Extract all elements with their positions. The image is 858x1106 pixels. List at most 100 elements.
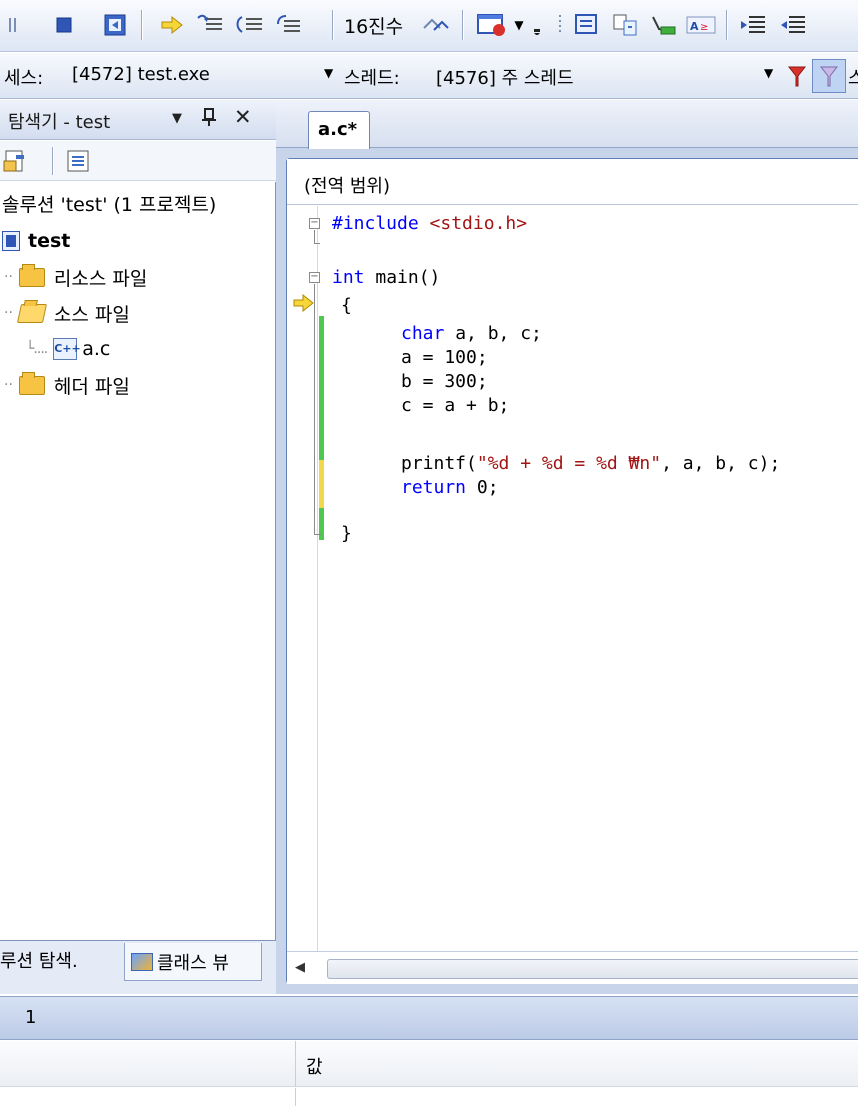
keyword-token: return — [401, 477, 467, 498]
dropdown-icon[interactable]: ▼ — [512, 9, 526, 41]
code-line-3: int main() — [332, 266, 440, 290]
bottom-panel-title: 1 — [25, 1007, 37, 1028]
column-header-value[interactable]: 값 — [306, 1053, 323, 1079]
process-combo[interactable]: [4572] test.exe — [72, 64, 210, 85]
find-icon[interactable] — [608, 9, 642, 41]
code-line-1: #include <stdio.h> — [332, 212, 527, 236]
code-line-10: printf("%d + %d = %d ₩n", a, b, c); — [401, 453, 781, 474]
document-tab-strip: a.c* — [276, 100, 858, 149]
watch-icon[interactable] — [646, 9, 680, 41]
tree-item-resource-files[interactable]: ·· 리소스 파일 — [4, 262, 147, 292]
tab-a-c[interactable]: a.c* — [308, 111, 370, 149]
properties-icon[interactable] — [2, 149, 32, 180]
explorer-tab-strip: 루션 탐색. 클래스 뷰 — [0, 940, 276, 994]
watch-grid-body[interactable] — [0, 1088, 858, 1106]
outdent-icon[interactable] — [776, 9, 810, 41]
folder-icon — [18, 371, 45, 395]
project-icon — [2, 231, 20, 251]
tab-class-view-label: 클래스 뷰 — [157, 952, 229, 974]
horizontal-scrollbar[interactable]: ◀ — [287, 951, 858, 984]
outline-line — [314, 534, 322, 535]
scope-label: (전역 범위) — [304, 176, 391, 197]
saved-change-bar — [319, 508, 324, 540]
thread-combo[interactable]: [4576] 주 스레드 — [436, 64, 574, 90]
class-view-icon — [131, 952, 153, 971]
preprocessor-token: #include — [332, 213, 419, 234]
auto-hide-pin-icon[interactable] — [200, 107, 218, 132]
code-line-11: return 0; — [401, 477, 499, 498]
flag-thread-icon[interactable] — [782, 61, 812, 91]
column-divider[interactable] — [295, 1041, 296, 1087]
include-path-token: <stdio.h> — [429, 213, 528, 234]
hex-display-button[interactable]: 16진수 — [344, 12, 403, 39]
project-node[interactable]: test — [2, 226, 70, 256]
toolbar-separator — [332, 10, 334, 40]
tree-item-a-c[interactable]: └.... C++ a.c — [26, 334, 110, 364]
restart-icon[interactable] — [100, 9, 130, 41]
step-over-icon[interactable] — [234, 9, 266, 41]
keyword-token: char — [401, 323, 445, 344]
folder-open-icon — [16, 303, 47, 323]
scroll-thumb[interactable] — [327, 959, 858, 979]
scroll-left-icon[interactable]: ◀ — [295, 960, 305, 975]
output-icon[interactable] — [570, 9, 604, 41]
debug-location-toolbar: 세스: [4572] test.exe ▼ 스레드: [4576] 주 스레드 … — [0, 53, 858, 99]
show-all-files-icon[interactable] — [66, 149, 92, 180]
tab-solution-explorer[interactable]: 루션 탐색. — [0, 947, 78, 973]
solution-tree: 솔루션 'test' (1 프로젝트) test ·· 리소스 파일 ·· 소스… — [0, 182, 276, 940]
window-position-dropdown-icon[interactable]: ▼ — [172, 111, 182, 126]
cpp-file-icon: C++ — [53, 338, 81, 360]
collapse-icon[interactable]: − — [309, 272, 320, 283]
outline-line — [314, 284, 315, 534]
close-icon[interactable]: ✕ — [234, 105, 252, 129]
toolbar-separator — [726, 10, 728, 40]
outline-line — [314, 243, 320, 244]
toolbar-separator — [52, 147, 54, 175]
identifier-token: main() — [375, 267, 441, 288]
string-token: "%d + %d = %d ₩n" — [476, 453, 662, 474]
unsaved-change-bar — [319, 460, 324, 508]
solution-node[interactable]: 솔루션 'test' (1 프로젝트) — [2, 188, 216, 218]
text-format-icon[interactable]: A ≥ — [684, 9, 718, 41]
stop-icon[interactable] — [50, 9, 78, 41]
code-line-5: char a, b, c; — [401, 323, 542, 344]
thread-dropdown-icon[interactable]: ▼ — [764, 66, 773, 80]
show-flagged-threads-icon[interactable] — [812, 59, 846, 93]
tree-item-label: 리소스 파일 — [53, 267, 148, 290]
process-dropdown-icon[interactable]: ▼ — [324, 66, 333, 80]
collapse-icon[interactable]: − — [309, 218, 320, 229]
step-out-icon[interactable] — [272, 9, 304, 41]
hex-display-icon[interactable] — [420, 9, 452, 41]
tab-class-view[interactable]: 클래스 뷰 — [124, 943, 262, 981]
code-line-12: } — [341, 523, 352, 544]
code-line-7: b = 300; — [401, 371, 488, 392]
scope-dropdown[interactable]: (전역 범위) — [287, 159, 858, 205]
breakpoint-window-icon[interactable] — [474, 9, 510, 41]
tab-a-c-label: a.c* — [318, 119, 358, 140]
step-into-icon[interactable] — [194, 9, 226, 41]
solution-explorer-titlebar: 탐색기 - test ▼ ✕ — [0, 100, 276, 140]
stack-frame-label: 스 — [848, 68, 858, 89]
process-label: 세스: — [4, 68, 44, 89]
folder-icon — [18, 263, 45, 287]
tree-item-label: a.c — [82, 338, 111, 360]
tree-item-label: 헤더 파일 — [53, 375, 130, 398]
project-label: test — [28, 230, 71, 252]
bottom-panel-titlebar: 1 — [0, 996, 858, 1040]
code-line-6: a = 100; — [401, 347, 488, 368]
tree-item-source-files[interactable]: ·· 소스 파일 — [4, 298, 130, 328]
code-line-8: c = a + b; — [401, 395, 510, 416]
column-divider — [295, 1088, 296, 1106]
saved-change-bar — [319, 316, 324, 460]
current-statement-arrow-icon — [293, 293, 315, 317]
code-line-4: { — [341, 295, 352, 316]
watch-grid-header: 값 — [0, 1041, 858, 1087]
show-next-statement-icon[interactable] — [156, 9, 188, 41]
tree-item-header-files[interactable]: ·· 헤더 파일 — [4, 370, 130, 400]
svg-text:≥: ≥ — [700, 22, 708, 33]
toolbar-overflow-icon[interactable] — [530, 9, 544, 41]
toolbar-separator — [141, 10, 143, 40]
indent-icon[interactable] — [736, 9, 770, 41]
outline-line — [314, 230, 315, 244]
code-editor[interactable]: − − #include <stdio.h> int main() { char… — [287, 206, 858, 951]
